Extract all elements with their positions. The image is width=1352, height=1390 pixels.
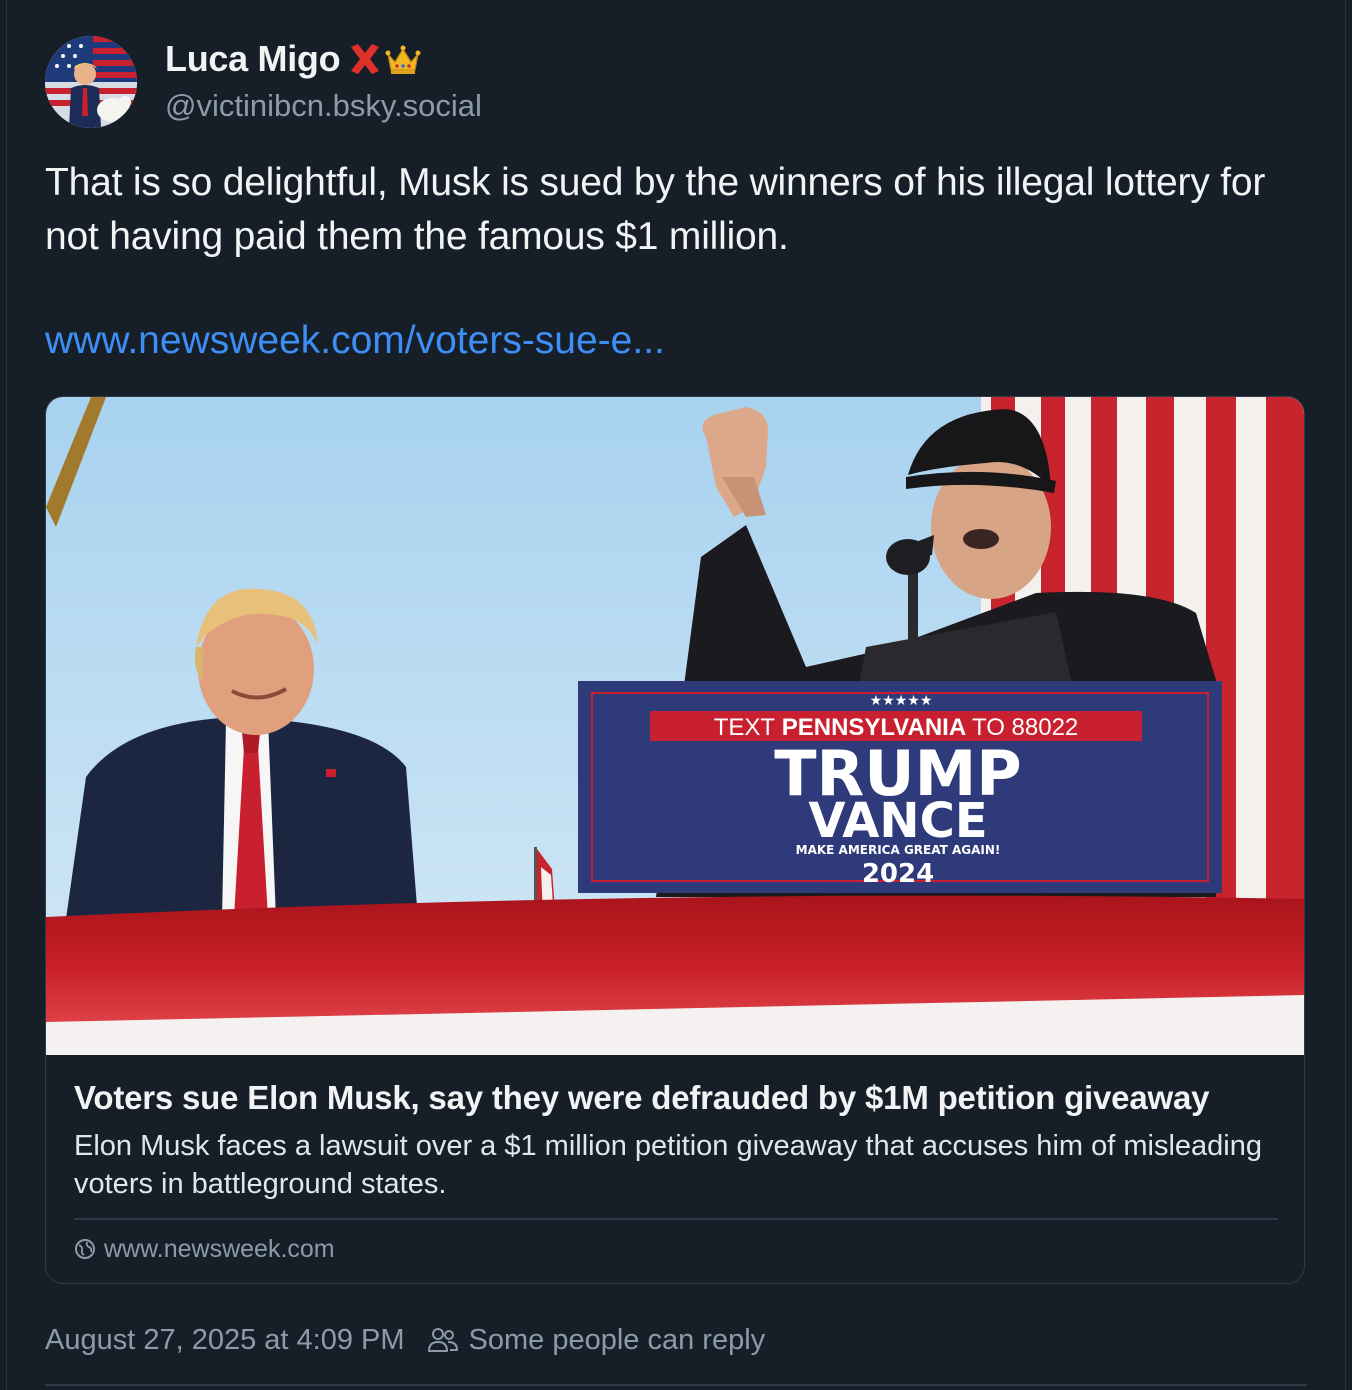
reply-settings-text: Some people can reply bbox=[468, 1323, 766, 1356]
link-card-description: Elon Musk faces a lawsuit over a $1 mill… bbox=[74, 1130, 1262, 1200]
post-text: That is so delightful, Musk is sued by t… bbox=[45, 161, 1266, 258]
svg-text:MAKE AMERICA GREAT AGAIN!: MAKE AMERICA GREAT AGAIN! bbox=[796, 843, 1001, 857]
post-bottom-divider bbox=[45, 1384, 1307, 1386]
author-name-text: Luca Migo bbox=[165, 38, 341, 79]
frame-border-right bbox=[1345, 0, 1346, 1390]
post-timestamp[interactable]: August 27, 2025 at 4:09 PM bbox=[45, 1324, 405, 1357]
podium-sign: ★★★★★ TEXT PENNSYLVANIA TO 88022 TRUMP V… bbox=[578, 681, 1222, 893]
crown-icon bbox=[385, 45, 421, 74]
svg-text:★★★★★: ★★★★★ bbox=[870, 693, 933, 709]
link-preview-image: ★★★★★ TEXT PENNSYLVANIA TO 88022 TRUMP V… bbox=[46, 397, 1304, 1055]
people-icon bbox=[427, 1328, 458, 1352]
link-card-domain: www.newsweek.com bbox=[74, 1233, 335, 1265]
post-meta: August 27, 2025 at 4:09 PM Some people c… bbox=[45, 1318, 765, 1362]
globe-icon bbox=[75, 1239, 95, 1259]
svg-text:VANCE: VANCE bbox=[808, 793, 987, 849]
avatar[interactable] bbox=[45, 36, 137, 128]
avatar-image bbox=[45, 36, 137, 128]
reply-settings[interactable]: Some people can reply bbox=[427, 1323, 766, 1357]
red-x-icon bbox=[351, 44, 380, 74]
link-preview-card[interactable]: ★★★★★ TEXT PENNSYLVANIA TO 88022 TRUMP V… bbox=[45, 396, 1305, 1284]
author-display-name[interactable]: Luca Migo bbox=[165, 36, 422, 82]
post-link[interactable]: www.newsweek.com/voters-sue-e... bbox=[45, 314, 665, 368]
svg-text:2024: 2024 bbox=[862, 859, 934, 889]
frame-border-left bbox=[6, 0, 7, 1390]
name-emoji-group bbox=[346, 40, 422, 78]
link-card-domain-text: www.newsweek.com bbox=[104, 1234, 335, 1263]
author-handle[interactable]: @victinibcn.bsky.social bbox=[165, 86, 482, 126]
link-card-divider bbox=[74, 1218, 1278, 1220]
post-thread-item: Luca Migo @victinibcn.bsky.social That i… bbox=[45, 0, 1307, 1390]
link-card-title: Voters sue Elon Musk, say they were defr… bbox=[74, 1079, 1210, 1116]
